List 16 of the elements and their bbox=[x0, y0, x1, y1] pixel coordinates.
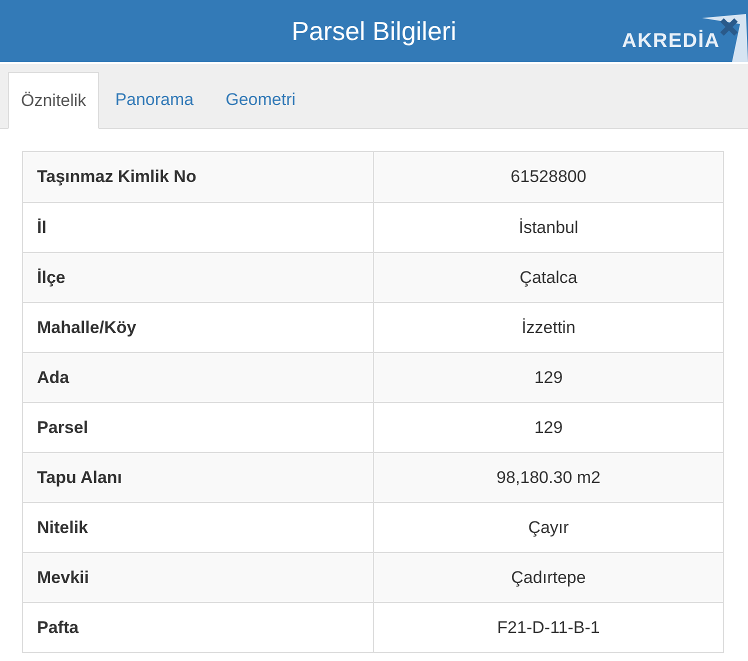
page-title: Parsel Bilgileri bbox=[292, 14, 456, 48]
tab[interactable]: Geometri bbox=[210, 71, 312, 128]
field-value: Çayır bbox=[527, 516, 570, 539]
tab[interactable]: Öznitelik bbox=[8, 72, 100, 129]
field-value: İstanbul bbox=[518, 216, 580, 239]
logo-text: AKREDİA bbox=[622, 31, 720, 51]
field-value: 61528800 bbox=[510, 166, 588, 188]
field-value: 129 bbox=[533, 416, 564, 439]
field-value: F21-D-11-B-1 bbox=[496, 616, 601, 639]
tab[interactable]: Panorama bbox=[99, 71, 210, 128]
field-value: 98,180.30 m2 bbox=[496, 466, 602, 489]
field-value: Çatalca bbox=[518, 266, 578, 289]
field-value: İzzettin bbox=[520, 316, 576, 339]
field-label: Pafta bbox=[23, 603, 374, 652]
field-value: 129 bbox=[533, 366, 564, 389]
field-value: Çadırtepe bbox=[510, 566, 587, 589]
